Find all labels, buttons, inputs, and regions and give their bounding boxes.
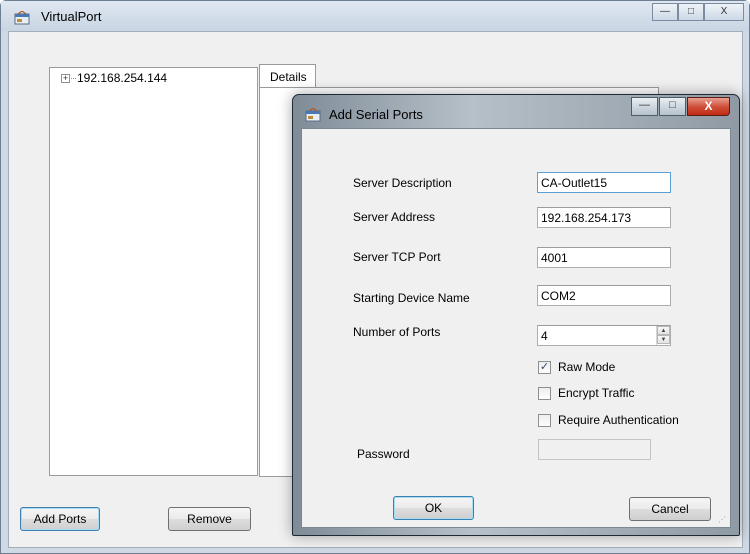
dialog-minimize-button[interactable]: —	[631, 97, 658, 116]
password-label: Password	[357, 447, 410, 461]
maximize-icon: □	[687, 6, 695, 17]
encrypt-traffic-checkbox[interactable]	[538, 387, 551, 400]
dialog-close-button[interactable]: X	[687, 97, 730, 116]
maximize-icon: □	[669, 99, 676, 111]
server-address-label: Server Address	[353, 210, 436, 224]
minimize-button[interactable]: —	[652, 3, 678, 21]
encrypt-traffic-label[interactable]: Encrypt Traffic	[558, 386, 634, 400]
remove-button[interactable]: Remove	[168, 507, 251, 531]
dialog-client-area: Server Description CA-Outlet15 Server Ad…	[301, 128, 731, 528]
app-icon	[14, 10, 30, 25]
tree-connector-line	[71, 78, 76, 79]
cancel-button[interactable]: Cancel	[629, 497, 711, 521]
tree-expand-icon[interactable]: +	[61, 74, 70, 83]
require-authentication-checkbox[interactable]	[538, 414, 551, 427]
tab-details[interactable]: Details	[259, 64, 316, 88]
dialog-maximize-button[interactable]: □	[659, 97, 686, 116]
ok-button[interactable]: OK	[393, 496, 474, 520]
close-icon: X	[704, 99, 713, 113]
server-description-label: Server Description	[353, 176, 452, 190]
minimize-icon: —	[639, 99, 650, 111]
maximize-button[interactable]: □	[678, 3, 704, 21]
add-ports-button[interactable]: Add Ports	[20, 507, 100, 531]
add-serial-ports-dialog: Add Serial Ports — □ X Server Descriptio…	[292, 94, 740, 536]
dialog-title: Add Serial Ports	[329, 107, 423, 122]
number-of-ports-spinner[interactable]: ▲ ▼	[656, 326, 670, 345]
close-button[interactable]: X	[704, 3, 744, 21]
server-tcp-port-label: Server TCP Port	[353, 250, 441, 264]
number-of-ports-value: 4	[541, 329, 548, 343]
server-address-input[interactable]: 192.168.254.173	[537, 207, 671, 228]
tree-node-server[interactable]: 192.168.254.144	[77, 71, 167, 85]
number-of-ports-stepper[interactable]: 4 ▲ ▼	[537, 325, 671, 346]
window-title: VirtualPort	[41, 9, 102, 24]
spinner-up-icon[interactable]: ▲	[657, 326, 670, 335]
server-description-input[interactable]: CA-Outlet15	[537, 172, 671, 193]
main-titlebar[interactable]: VirtualPort — □ X	[1, 1, 749, 31]
close-icon: X	[720, 6, 728, 17]
require-authentication-label[interactable]: Require Authentication	[558, 413, 679, 427]
minimize-icon: —	[660, 6, 670, 17]
password-field[interactable]	[538, 439, 651, 460]
raw-mode-checkbox[interactable]: ✓	[538, 361, 551, 374]
resize-grip-icon[interactable]: ⋰	[718, 515, 726, 524]
starting-device-name-label: Starting Device Name	[353, 291, 470, 305]
server-tcp-port-input[interactable]: 4001	[537, 247, 671, 268]
server-tree[interactable]: + 192.168.254.144	[49, 67, 258, 476]
starting-device-name-input[interactable]: COM2	[537, 285, 671, 306]
number-of-ports-label: Number of Ports	[353, 325, 441, 339]
raw-mode-label[interactable]: Raw Mode	[558, 360, 615, 374]
dialog-app-icon	[305, 107, 321, 122]
spinner-down-icon[interactable]: ▼	[657, 335, 670, 344]
